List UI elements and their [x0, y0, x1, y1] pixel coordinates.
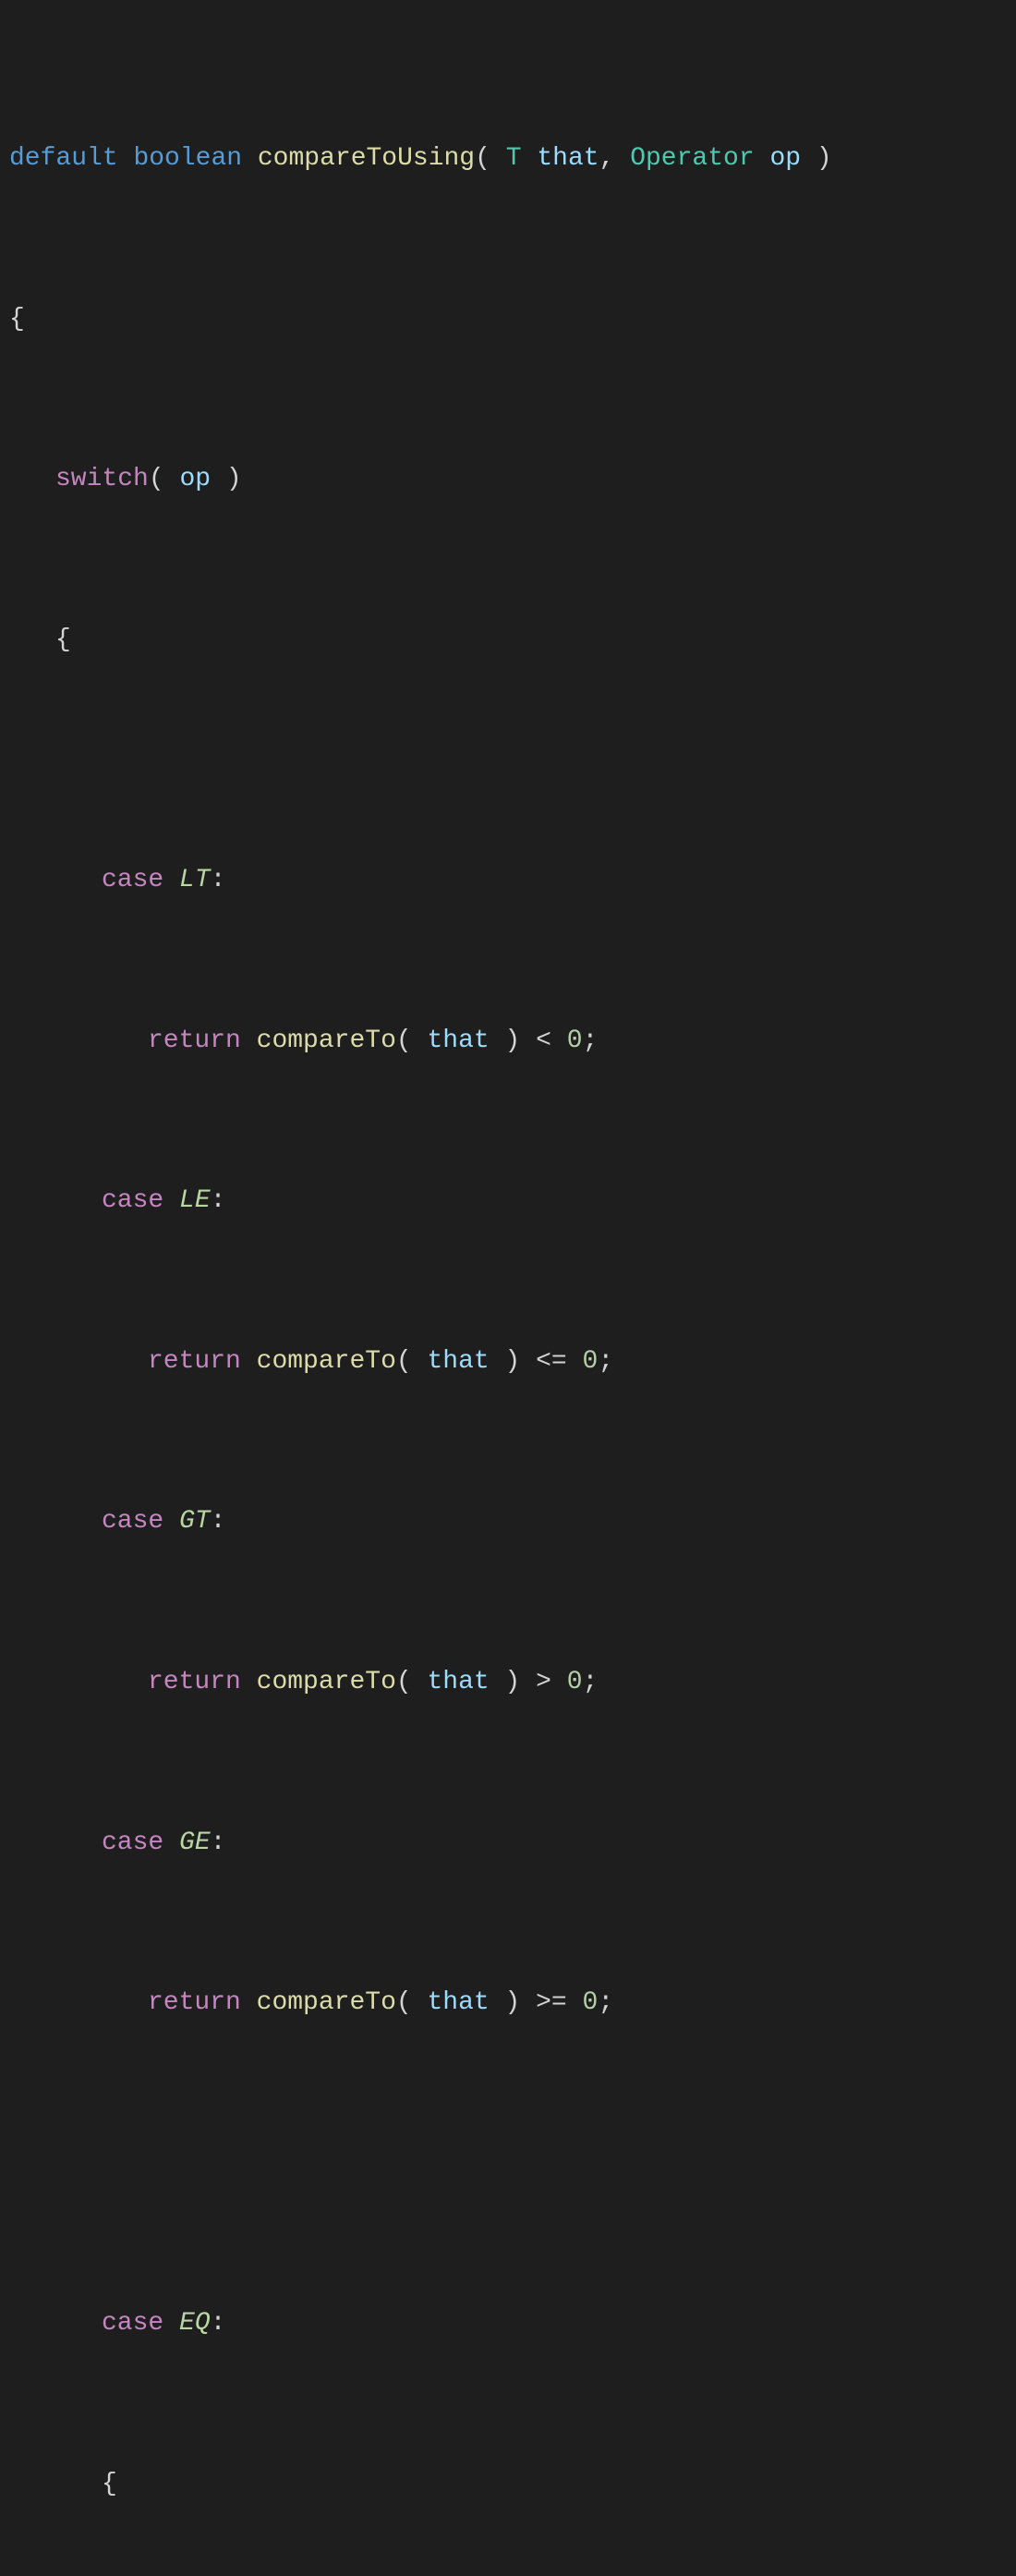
label-GE: GE: [179, 1829, 211, 1857]
line-case-ge: case GE:: [9, 1823, 1007, 1863]
outer-brace-open: {: [9, 305, 25, 334]
paren-lt: (: [396, 1027, 428, 1055]
colon-ge: :: [211, 1829, 226, 1857]
line-switch: switch( op ): [9, 459, 1007, 499]
keyword-default: default: [9, 144, 118, 173]
switch-brace-open: {: [55, 626, 71, 654]
semi-ge: ;: [598, 1988, 613, 2017]
label-LT: LT: [179, 866, 211, 894]
space-compareTo-gt: [241, 1668, 257, 1696]
fn-compareTo-ge: compareTo: [257, 1988, 396, 2017]
code-container: default boolean compareToUsing( T that, …: [9, 18, 1007, 2576]
colon-eq: :: [211, 2309, 226, 2338]
line-return-le: return compareTo( that ) <= 0;: [9, 1342, 1007, 1381]
fn-compareToUsing: compareToUsing: [258, 144, 475, 173]
paren-close-le: ): [490, 1347, 536, 1376]
switch-op-var: op: [179, 465, 211, 493]
line-signature: default boolean compareToUsing( T that, …: [9, 139, 1007, 178]
label-LE: LE: [179, 1186, 211, 1215]
line-switch-brace: {: [9, 620, 1007, 660]
line-return-ge: return compareTo( that ) >= 0;: [9, 1983, 1007, 2023]
kw-case-lt: case: [102, 866, 163, 894]
space-eq: [163, 2309, 179, 2338]
num-le: 0: [583, 1347, 599, 1376]
keyword-boolean: boolean: [133, 144, 242, 173]
line-open-brace: {: [9, 299, 1007, 339]
fn-compareTo-gt: compareTo: [257, 1668, 396, 1696]
kw-return-ge: return: [148, 1988, 241, 2017]
kw-switch: switch: [55, 465, 149, 493]
space-lt: [163, 866, 179, 894]
line-case-eq: case EQ:: [9, 2303, 1007, 2343]
that-gt: that: [427, 1668, 489, 1696]
space-ge: [163, 1829, 179, 1857]
label-EQ: EQ: [179, 2309, 211, 2338]
kw-case-eq: case: [102, 2309, 163, 2338]
space-compareTo-ge: [241, 1988, 257, 2017]
num-lt: 0: [567, 1027, 583, 1055]
punct-comma: ,: [599, 144, 631, 173]
line-return-gt: return compareTo( that ) > 0;: [9, 1662, 1007, 1702]
punct-paren-open: (: [475, 144, 490, 173]
op-le: <=: [536, 1347, 582, 1376]
colon-lt: :: [211, 866, 226, 894]
space-compareTo-lt: [241, 1027, 257, 1055]
eq-brace-open: {: [102, 2470, 117, 2498]
semi-lt: ;: [583, 1027, 599, 1055]
space-le: [163, 1186, 179, 1215]
kw-case-ge: case: [102, 1829, 163, 1857]
paren-close-gt: ): [490, 1668, 536, 1696]
punct-switch-close: ): [211, 465, 242, 493]
colon-le: :: [211, 1186, 226, 1215]
semi-le: ;: [598, 1347, 613, 1376]
line-return-lt: return compareTo( that ) < 0;: [9, 1021, 1007, 1061]
line-case-lt: case LT:: [9, 860, 1007, 900]
space-gt: [163, 1507, 179, 1536]
paren-gt: (: [396, 1668, 428, 1696]
punct-space5: [755, 144, 770, 173]
punct-space4: [522, 144, 538, 173]
that-lt: that: [427, 1027, 489, 1055]
fn-compareTo-le: compareTo: [257, 1347, 396, 1376]
paren-close-lt: ): [490, 1027, 536, 1055]
punct-space: [118, 144, 134, 173]
op-lt: <: [536, 1027, 567, 1055]
semi-gt: ;: [583, 1668, 599, 1696]
line-empty1: [9, 2144, 1007, 2183]
type-operator: Operator: [630, 144, 754, 173]
kw-return-le: return: [148, 1347, 241, 1376]
colon-gt: :: [211, 1507, 226, 1536]
fn-compareTo-lt: compareTo: [257, 1027, 396, 1055]
line-eq-brace-open: {: [9, 2464, 1007, 2504]
punct-space3: [490, 144, 506, 173]
that-le: that: [427, 1347, 489, 1376]
kw-return-lt: return: [148, 1027, 241, 1055]
space-compareTo-le: [241, 1347, 257, 1376]
kw-case-gt: case: [102, 1507, 163, 1536]
paren-ge: (: [396, 1988, 428, 2017]
punct-close-paren: ): [801, 144, 832, 173]
type-T: T: [506, 144, 522, 173]
punct-switch-paren: (: [149, 465, 180, 493]
kw-case-le: case: [102, 1186, 163, 1215]
kw-return-gt: return: [148, 1668, 241, 1696]
num-gt: 0: [567, 1668, 583, 1696]
punct-space2: [242, 144, 258, 173]
paren-close-ge: ): [490, 1988, 536, 2017]
op-ge: >=: [536, 1988, 582, 2017]
label-GT: GT: [179, 1507, 211, 1536]
paren-le: (: [396, 1347, 428, 1376]
param-that: that: [537, 144, 599, 173]
line-case-gt: case GT:: [9, 1501, 1007, 1541]
param-op: op: [769, 144, 801, 173]
line-case-le: case LE:: [9, 1181, 1007, 1221]
op-gt: >: [536, 1668, 567, 1696]
num-ge: 0: [583, 1988, 599, 2017]
that-ge: that: [427, 1988, 489, 2017]
